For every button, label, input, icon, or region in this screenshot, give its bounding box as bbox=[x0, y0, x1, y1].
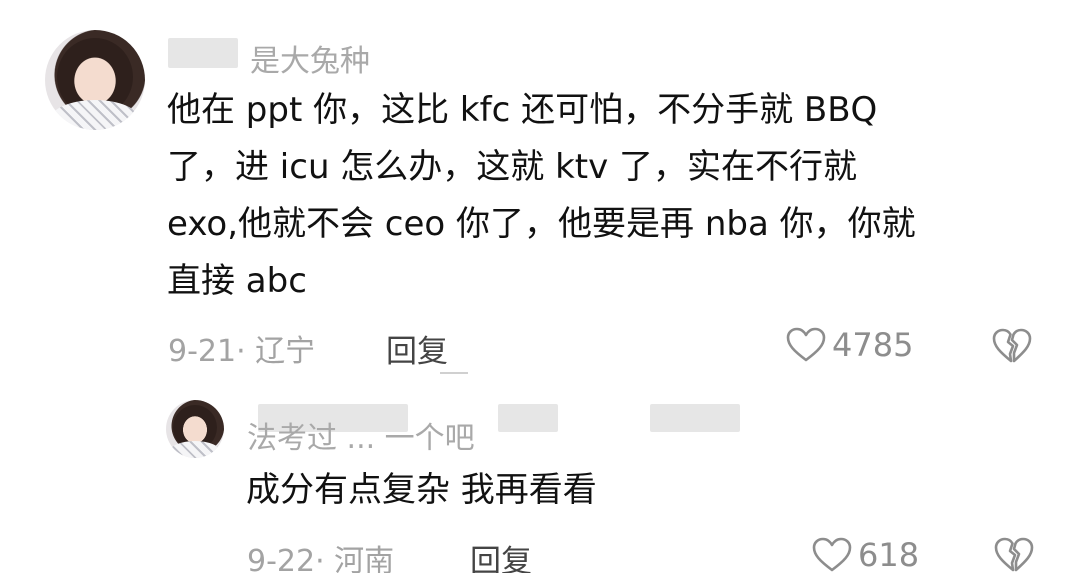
like-button[interactable]: 618 bbox=[812, 536, 919, 573]
comment-line: 了，进 icu 怎么办，这就 ktv 了，实在不行就 bbox=[167, 147, 858, 187]
comment-line: exo,他就不会 ceo 你了，他要是再 nba 你，你就 bbox=[167, 204, 916, 244]
like-count: 618 bbox=[858, 536, 920, 573]
broken-heart-icon[interactable] bbox=[992, 328, 1032, 364]
divider bbox=[440, 372, 468, 374]
username-blur bbox=[498, 404, 558, 432]
broken-heart-icon[interactable] bbox=[994, 537, 1034, 573]
heart-icon bbox=[786, 327, 826, 363]
reply-button[interactable]: 回复 bbox=[386, 326, 448, 371]
like-button[interactable]: 4785 bbox=[786, 326, 913, 364]
reply-text: 成分有点复杂 我再看看 bbox=[246, 470, 597, 510]
comment-thread: 是大兔种 他在 ppt 你，这比 kfc 还可怕，不分手就 BBQ 了，进 ic… bbox=[0, 0, 1080, 573]
comment-text: 他在 ppt 你，这比 kfc 还可怕，不分手就 BBQ 了，进 icu 怎么办… bbox=[167, 82, 916, 310]
reply-username[interactable]: 法考过 ... 一个吧 bbox=[247, 413, 475, 457]
reply-date-location: 9-22· 河南 bbox=[247, 544, 395, 573]
comment-line: 直接 abc bbox=[167, 261, 307, 301]
heart-icon bbox=[812, 537, 852, 573]
comment-username[interactable]: 是大兔种 bbox=[250, 36, 370, 80]
comment-line: 他在 ppt 你，这比 kfc 还可怕，不分手就 BBQ bbox=[167, 90, 878, 130]
username-blur bbox=[168, 38, 238, 68]
avatar[interactable] bbox=[45, 30, 145, 130]
username-blur bbox=[650, 404, 740, 432]
reply-avatar[interactable] bbox=[166, 400, 224, 458]
reply-button[interactable]: 回复 bbox=[470, 536, 532, 573]
like-count: 4785 bbox=[832, 326, 914, 364]
comment-date-location: 9-21· 辽宁 bbox=[168, 334, 316, 369]
